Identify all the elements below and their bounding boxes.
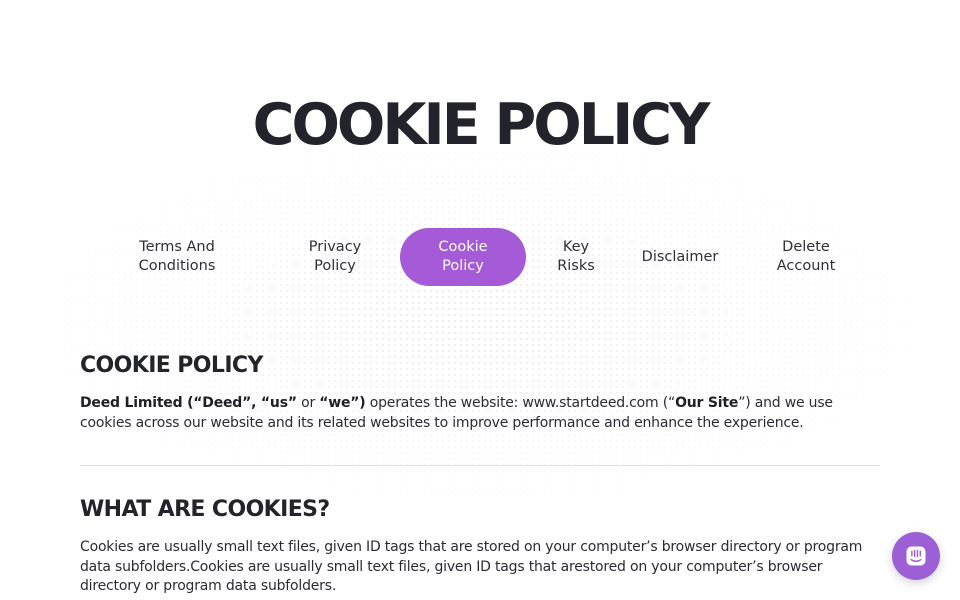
intro-text: operates the website: www.startdeed.com … — [365, 395, 676, 411]
tab-privacy-policy[interactable]: Privacy Policy — [277, 228, 393, 286]
tab-disclaimer[interactable]: Disclaimer — [630, 228, 730, 286]
tab-cookie-policy[interactable]: Cookie Policy — [400, 228, 526, 286]
what-are-cookies-body: Cookies are usually small text files, gi… — [80, 539, 863, 594]
tab-terms-and-conditions[interactable]: Terms And Conditions — [114, 228, 240, 286]
page-title: COOKIE POLICY — [252, 92, 711, 158]
section-heading-what-are-cookies: WHAT ARE COOKIES? — [80, 497, 330, 522]
chat-button[interactable] — [892, 532, 940, 580]
section-heading-cookie-policy: COOKIE POLICY — [80, 353, 263, 378]
chat-icon — [906, 546, 926, 566]
tab-delete-account[interactable]: Delete Account — [750, 228, 862, 286]
we-text: “we”) — [319, 395, 366, 411]
cookie-policy-intro: Deed Limited (“Deed”, “us” or “we”) oper… — [80, 394, 880, 433]
policy-tabs: Terms And Conditions Privacy Policy Cook… — [0, 228, 960, 286]
or-text: or — [296, 395, 320, 411]
policy-content: COOKIE POLICY Deed Limited (“Deed”, “us”… — [80, 352, 880, 597]
our-site-text: Our Site — [675, 395, 739, 411]
section-divider — [80, 465, 880, 466]
page: COOKIE POLICY Terms And Conditions Priva… — [0, 0, 960, 600]
company-name: Deed Limited (“Deed”, “us” — [80, 395, 297, 411]
tab-key-risks[interactable]: Key Risks — [540, 228, 612, 286]
